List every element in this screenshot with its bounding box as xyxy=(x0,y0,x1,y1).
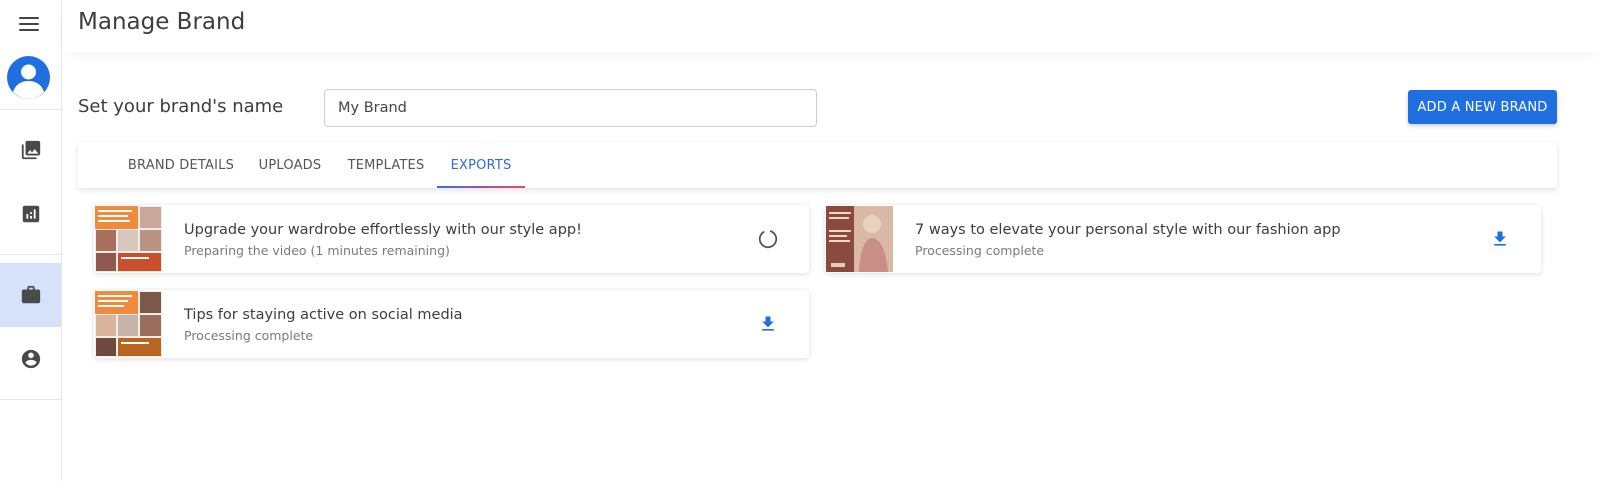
export-status: Processing complete xyxy=(184,328,314,343)
sidebar-divider xyxy=(0,109,62,110)
add-new-brand-button[interactable]: ADD A NEW BRAND xyxy=(1408,90,1557,124)
app-header: Manage Brand xyxy=(62,0,1600,52)
account-circle-icon xyxy=(21,349,40,369)
active-tab-indicator xyxy=(437,186,525,188)
export-thumbnail xyxy=(95,291,162,357)
tab-uploads[interactable]: UPLOADS xyxy=(253,143,327,188)
export-status: Preparing the video (1 minutes remaining… xyxy=(184,243,450,258)
tab-templates[interactable]: TEMPLATES xyxy=(342,143,430,188)
photo-library-icon xyxy=(21,140,40,160)
sidebar-item-analytics[interactable] xyxy=(0,182,61,246)
download-icon[interactable] xyxy=(754,310,782,338)
brand-tabs: BRAND DETAILS UPLOADS TEMPLATES EXPORTS xyxy=(78,143,1557,188)
export-title: Tips for staying active on social media xyxy=(184,307,463,323)
export-card[interactable]: Tips for staying active on social media … xyxy=(94,290,809,358)
tab-brand-details[interactable]: BRAND DETAILS xyxy=(122,143,240,188)
export-title: 7 ways to elevate your personal style wi… xyxy=(915,222,1341,238)
export-thumbnail xyxy=(95,206,162,272)
export-card[interactable]: 7 ways to elevate your personal style wi… xyxy=(825,205,1541,273)
briefcase-icon xyxy=(21,285,40,304)
sidebar-item-brand[interactable] xyxy=(0,263,61,327)
tab-exports-label: EXPORTS xyxy=(450,158,512,173)
export-status: Processing complete xyxy=(915,243,1045,258)
menu-icon[interactable] xyxy=(19,17,39,33)
export-card[interactable]: Upgrade your wardrobe effortlessly with … xyxy=(94,205,809,273)
brand-name-label: Set your brand's name xyxy=(78,96,284,117)
export-thumbnail xyxy=(826,206,893,272)
download-icon[interactable] xyxy=(1486,225,1514,253)
sidebar-item-account[interactable] xyxy=(0,327,61,391)
brand-name-input[interactable] xyxy=(324,89,817,127)
analytics-icon xyxy=(22,205,39,223)
sidebar-item-media[interactable] xyxy=(0,118,61,182)
sidebar-divider xyxy=(0,399,62,400)
page-title: Manage Brand xyxy=(78,9,246,35)
tab-exports[interactable]: EXPORTS xyxy=(437,143,525,188)
export-title: Upgrade your wardrobe effortlessly with … xyxy=(184,222,582,238)
avatar[interactable] xyxy=(7,56,50,99)
sidebar xyxy=(0,0,62,481)
loading-spinner-icon xyxy=(754,225,782,253)
sidebar-divider xyxy=(0,254,62,255)
